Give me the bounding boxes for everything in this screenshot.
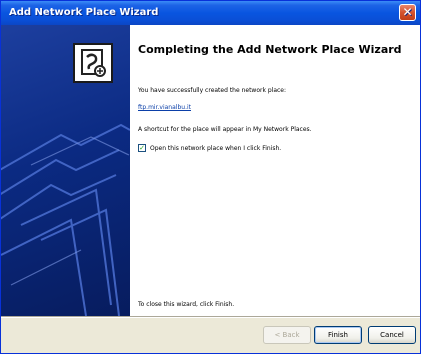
- shortcut-message: A shortcut for the place will appear in …: [138, 126, 312, 133]
- back-button[interactable]: < Back: [263, 326, 311, 344]
- success-message: You have successfully created the networ…: [138, 87, 287, 94]
- open-place-checkbox-row[interactable]: ✓ Open this network place when I click F…: [138, 143, 281, 153]
- finish-instruction: To close this wizard, click Finish.: [138, 301, 235, 308]
- wizard-heading: Completing the Add Network Place Wizard: [138, 43, 402, 56]
- close-icon: ✕: [402, 5, 413, 19]
- check-icon: ✓: [139, 144, 145, 152]
- wizard-window: Add Network Place Wizard ✕ Completing th…: [0, 0, 421, 354]
- wizard-content: Completing the Add Network Place Wizard …: [130, 25, 420, 316]
- network-place-link[interactable]: ftp.mir.vianalbu.it: [138, 104, 191, 111]
- close-button[interactable]: ✕: [399, 4, 416, 21]
- title-bar[interactable]: Add Network Place Wizard ✕: [1, 1, 420, 25]
- open-place-checkbox-label[interactable]: Open this network place when I click Fin…: [150, 145, 281, 152]
- button-bar: < Back Finish Cancel: [1, 318, 420, 353]
- wizard-side-panel: [1, 25, 130, 316]
- network-place-wizard-icon: [73, 43, 113, 83]
- finish-button[interactable]: Finish: [314, 326, 362, 344]
- window-title: Add Network Place Wizard: [9, 7, 159, 18]
- open-place-checkbox[interactable]: ✓: [138, 144, 146, 152]
- cancel-button[interactable]: Cancel: [368, 326, 416, 344]
